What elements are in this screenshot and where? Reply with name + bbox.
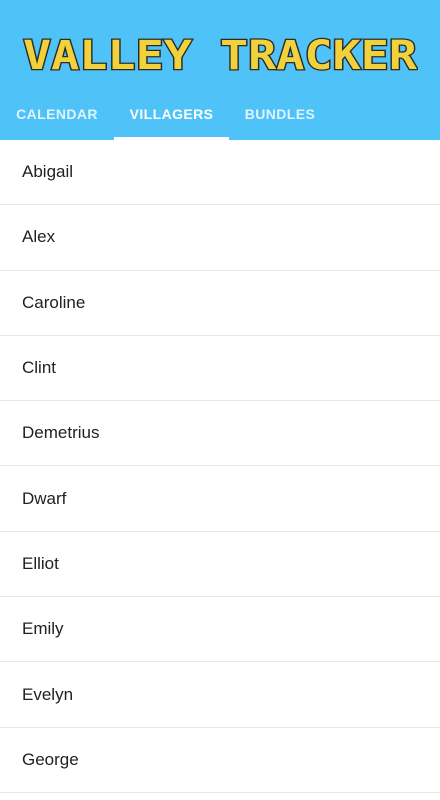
list-item[interactable]: George: [0, 728, 440, 793]
villager-name: Alex: [22, 227, 56, 247]
list-item[interactable]: Elliot: [0, 532, 440, 598]
list-item[interactable]: Emily: [0, 597, 440, 663]
tab-calendar-label: CALENDAR: [16, 106, 98, 122]
list-item[interactable]: Demetrius: [0, 401, 440, 467]
list-item[interactable]: Clint: [0, 336, 440, 402]
tab-bar: CALENDAR VILLAGERS BUNDLES: [0, 88, 331, 140]
list-item[interactable]: Caroline: [0, 271, 440, 336]
app-title-logo: VALLEY TRACKER: [22, 36, 418, 76]
app-bar: VALLEY TRACKER CALENDAR VILLAGERS BUNDLE…: [0, 0, 440, 140]
villager-name: Clint: [22, 358, 57, 378]
list-item[interactable]: Evelyn: [0, 662, 440, 728]
list-item[interactable]: Alex: [0, 205, 440, 271]
villager-name: George: [22, 749, 79, 769]
villager-name: Demetrius: [22, 423, 100, 443]
tab-calendar[interactable]: CALENDAR: [0, 88, 114, 140]
tab-villagers[interactable]: VILLAGERS: [114, 88, 229, 140]
tab-bundles-label: BUNDLES: [244, 106, 316, 122]
list-item[interactable]: Dwarf: [0, 466, 440, 532]
villager-name: Emily: [22, 619, 64, 639]
tab-villagers-label: VILLAGERS: [129, 106, 214, 122]
villager-name: Elliot: [22, 553, 59, 573]
villager-name: Evelyn: [22, 684, 74, 704]
list-item[interactable]: Abigail: [0, 140, 440, 206]
villager-name: Dwarf: [22, 488, 67, 508]
villager-name: Abigail: [22, 162, 74, 182]
app-window: VALLEY TRACKER CALENDAR VILLAGERS BUNDLE…: [0, 0, 440, 800]
tab-bundles[interactable]: BUNDLES: [229, 88, 331, 140]
villager-name: Caroline: [22, 292, 86, 312]
app-title: VALLEY TRACKER: [23, 36, 418, 76]
villager-list: Abigail Alex Caroline Clint Demetrius Dw…: [0, 140, 440, 793]
